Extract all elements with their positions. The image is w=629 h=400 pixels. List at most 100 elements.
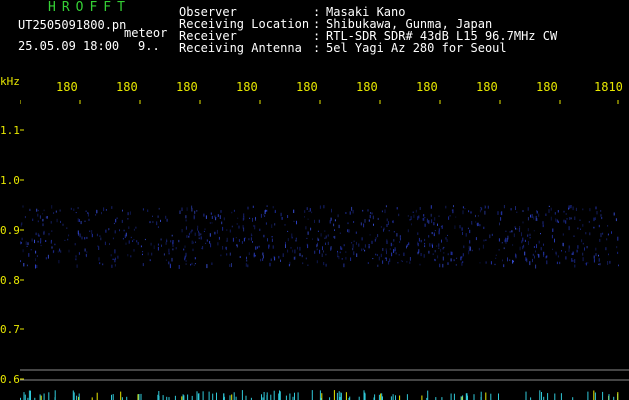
signal-speck (436, 245, 438, 247)
signal-speck (35, 232, 37, 236)
signal-speck (388, 230, 390, 232)
level-bar (202, 391, 204, 400)
signal-speck (42, 223, 44, 227)
file-name: UT2505091800.pn (18, 18, 127, 32)
signal-speck (320, 233, 322, 237)
signal-speck (34, 239, 35, 244)
signal-speck (609, 260, 611, 264)
signal-speck (233, 209, 235, 212)
signal-speck (383, 227, 385, 231)
signal-speck (169, 263, 171, 267)
signal-speck (369, 234, 371, 236)
level-bar (111, 394, 112, 400)
signal-speck (197, 228, 198, 231)
signal-speck (188, 232, 190, 236)
level-bar (380, 393, 382, 400)
signal-speck (434, 230, 436, 232)
signal-speck (219, 215, 221, 219)
signal-speck (225, 247, 227, 251)
signal-speck (292, 249, 294, 253)
level-bar (78, 393, 80, 400)
signal-speck (296, 220, 297, 225)
signal-speck (287, 215, 289, 218)
level-bar (191, 395, 193, 400)
signal-speck (190, 263, 192, 266)
signal-speck (554, 212, 556, 215)
signal-speck (127, 212, 129, 216)
signal-speck (582, 208, 584, 211)
signal-speck (462, 261, 464, 263)
signal-speck (428, 250, 430, 254)
signal-speck (285, 244, 286, 248)
signal-speck (418, 215, 420, 219)
signal-speck (318, 238, 320, 241)
signal-speck (222, 246, 224, 250)
level-bar (593, 390, 595, 400)
signal-speck (413, 214, 415, 218)
signal-speck (576, 249, 578, 253)
signal-speck (552, 228, 554, 232)
signal-speck (479, 262, 481, 264)
signal-speck (430, 213, 432, 217)
signal-speck (568, 207, 569, 210)
signal-speck (485, 261, 487, 264)
signal-speck (568, 226, 570, 231)
signal-speck (142, 263, 144, 267)
signal-speck (352, 209, 354, 214)
signal-speck (574, 216, 576, 220)
signal-speck (226, 229, 228, 231)
level-bar (587, 391, 589, 400)
signal-speck (28, 253, 30, 257)
signal-speck (417, 232, 419, 235)
signal-speck (490, 261, 492, 265)
signal-speck (387, 221, 389, 225)
signal-speck (563, 210, 565, 213)
signal-speck (305, 257, 307, 260)
level-bar (602, 391, 604, 400)
signal-speck (84, 220, 86, 222)
signal-speck (481, 207, 483, 211)
signal-speck (532, 253, 534, 256)
signal-speck (191, 205, 193, 209)
signal-speck (50, 221, 52, 224)
signal-speck (559, 261, 561, 265)
level-bar (539, 390, 541, 400)
signal-speck (339, 251, 341, 254)
level-bar (364, 393, 366, 400)
signal-speck (175, 247, 177, 250)
signal-speck (232, 237, 234, 242)
signal-speck (78, 232, 80, 236)
signal-speck (348, 229, 350, 233)
signal-speck (368, 245, 370, 249)
signal-speck (231, 211, 233, 214)
signal-speck (461, 256, 463, 259)
signal-speck (183, 248, 185, 251)
signal-speck (532, 258, 533, 263)
signal-speck (102, 263, 104, 266)
signal-speck (550, 216, 552, 221)
signal-speck (262, 255, 264, 259)
signal-speck (479, 209, 481, 213)
signal-speck (536, 244, 537, 249)
level-bar (30, 390, 31, 400)
signal-speck (192, 248, 194, 252)
signal-speck (555, 218, 557, 222)
signal-speck (115, 218, 117, 223)
signal-speck (506, 238, 508, 242)
signal-speck (32, 218, 34, 221)
signal-speck (504, 239, 506, 243)
signal-speck (316, 248, 318, 251)
signal-speck (112, 258, 114, 260)
signal-speck (178, 265, 180, 269)
signal-speck (438, 230, 440, 235)
signal-speck (203, 213, 205, 217)
signal-speck (616, 246, 618, 249)
time-tick: 180 (56, 80, 78, 94)
level-bar (120, 391, 122, 400)
level-bar (333, 390, 335, 400)
signal-speck (327, 234, 329, 237)
signal-speck (397, 262, 399, 264)
signal-speck (440, 249, 442, 252)
signal-speck (395, 252, 397, 255)
signal-speck (574, 259, 576, 263)
